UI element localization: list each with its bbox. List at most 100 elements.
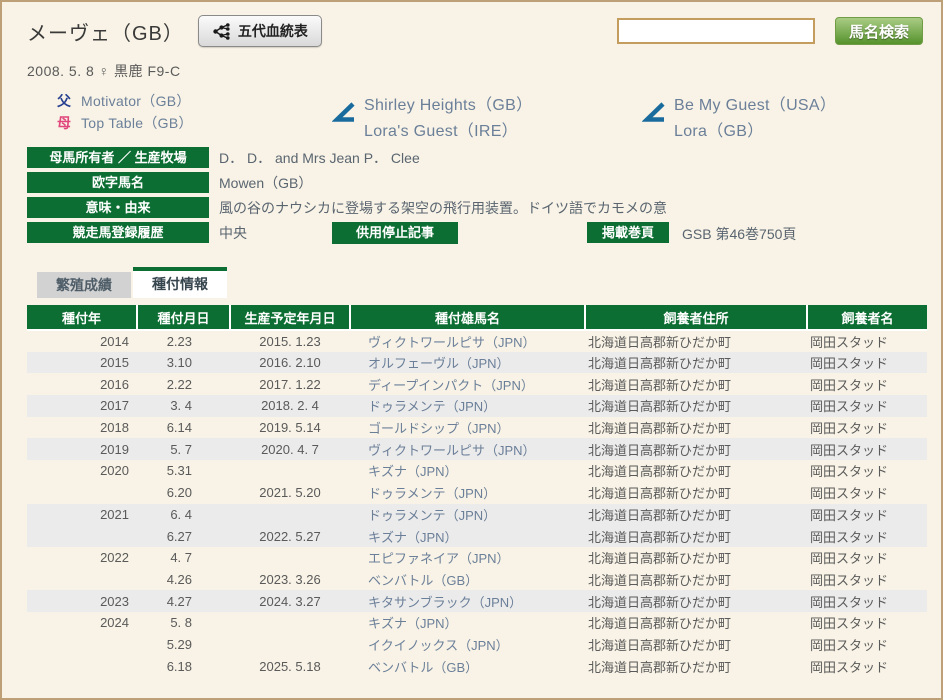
keeper-name-cell: 岡田スタッド — [807, 655, 927, 677]
table-row: 20216. 4ドゥラメンテ（JPN）北海道日高郡新ひだか町岡田スタッド — [27, 504, 927, 526]
keeper-name-cell: 岡田スタッド — [807, 330, 927, 352]
keeper-address-cell: 北海道日高郡新ひだか町 — [585, 590, 807, 612]
due-date-cell: 2015. 1.23 — [230, 330, 350, 352]
stallion-name-link[interactable]: キズナ（JPN） — [350, 525, 585, 547]
parents-group: 父 Motivator（GB） 母 Top Table（GB） — [57, 91, 193, 133]
keeper-address-cell: 北海道日高郡新ひだか町 — [585, 460, 807, 482]
grandsire-link[interactable]: Shirley Heights（GB） — [364, 91, 532, 115]
stallion-name-link[interactable]: オルフェーヴル（JPN） — [350, 352, 585, 374]
stallion-name-link[interactable]: ディープインパクト（JPN） — [350, 373, 585, 395]
granddam-link[interactable]: Lora's Guest（IRE） — [364, 117, 532, 141]
due-date-cell: 2020. 4. 7 — [230, 438, 350, 460]
mating-date-cell: 6.20 — [137, 482, 230, 504]
stallion-name-link[interactable]: ヴィクトワールピサ（JPN） — [350, 438, 585, 460]
sire-label: 父 — [57, 91, 71, 111]
due-date-cell: 2024. 3.27 — [230, 590, 350, 612]
table-row: 20205.31キズナ（JPN）北海道日高郡新ひだか町岡田スタッド — [27, 460, 927, 482]
keeper-name-cell: 岡田スタッド — [807, 569, 927, 591]
stallion-name-link[interactable]: キズナ（JPN） — [350, 612, 585, 634]
keeper-address-cell: 北海道日高郡新ひだか町 — [585, 504, 807, 526]
keeper-address-cell: 北海道日高郡新ひだか町 — [585, 373, 807, 395]
stallion-name-link[interactable]: ベンバトル（GB） — [350, 655, 585, 677]
stallion-name-link[interactable]: ゴールドシップ（JPN） — [350, 417, 585, 439]
table-header-row: 種付年 種付月日 生産予定年月日 種付雄馬名 飼養者住所 飼養者名 — [27, 305, 927, 330]
stallion-name-link[interactable]: ヴィクトワールピサ（JPN） — [350, 330, 585, 352]
table-row: 20195. 72020. 4. 7ヴィクトワールピサ（JPN）北海道日高郡新ひ… — [27, 438, 927, 460]
keeper-name-cell: 岡田スタッド — [807, 460, 927, 482]
table-row: 20153.102016. 2.10オルフェーヴル（JPN）北海道日高郡新ひだか… — [27, 352, 927, 374]
birth-info: 2008. 5. 8 ♀ 黒鹿 F9-C — [27, 61, 941, 81]
mating-year-cell — [27, 569, 137, 591]
sire-name-link[interactable]: Motivator（GB） — [81, 91, 191, 111]
page-title: メーヴェ（GB） — [27, 17, 184, 46]
due-date-cell: 2022. 5.27 — [230, 525, 350, 547]
mating-date-cell: 4.27 — [137, 590, 230, 612]
keeper-address-cell: 北海道日高郡新ひだか町 — [585, 612, 807, 634]
keeper-name-cell: 岡田スタッド — [807, 438, 927, 460]
keeper-name-cell: 岡田スタッド — [807, 417, 927, 439]
horse-search: 馬名検索 — [617, 17, 923, 45]
due-date-cell — [230, 634, 350, 656]
stallion-name-link[interactable]: ドゥラメンテ（JPN） — [350, 395, 585, 417]
granddam-link[interactable]: Lora（GB） — [674, 117, 836, 141]
table-row: 20234.272024. 3.27キタサンブラック（JPN）北海道日高郡新ひだ… — [27, 590, 927, 612]
tab-bar: 繁殖成績 種付情報 — [37, 267, 941, 298]
keeper-name-cell: 岡田スタッド — [807, 395, 927, 417]
mating-year-cell: 2021 — [27, 504, 137, 526]
mating-date-cell: 2.22 — [137, 373, 230, 395]
mating-year-cell: 2016 — [27, 373, 137, 395]
col-header-keeper-name: 飼養者名 — [807, 305, 927, 330]
due-date-cell — [230, 504, 350, 526]
info-row-name-origin: 意味・由来 風の谷のナウシカに登場する架空の飛行用装置。ドイツ語でカモメの意 — [27, 197, 941, 218]
stallion-name-link[interactable]: ベンバトル（GB） — [350, 569, 585, 591]
info-value: 中央 — [219, 223, 247, 243]
granddam-parents-group: Be My Guest（USA） Lora（GB） — [642, 91, 836, 141]
mating-year-cell: 2018 — [27, 417, 137, 439]
info-row-owner-farm: 母馬所有者 ／ 生産牧場 D． D． and Mrs Jean P． Clee — [27, 147, 941, 168]
mating-date-cell: 5.31 — [137, 460, 230, 482]
info-row-registration: 競走馬登録履歴 中央 供用停止記事 掲載巻頁 GSB 第46巻750頁 — [27, 222, 941, 243]
mating-date-cell: 5. 7 — [137, 438, 230, 460]
stallion-name-link[interactable]: ドゥラメンテ（JPN） — [350, 482, 585, 504]
tab-breeding-results[interactable]: 繁殖成績 — [37, 272, 131, 298]
stallion-name-link[interactable]: エピファネイア（JPN） — [350, 547, 585, 569]
pedigree-table-button[interactable]: 五代血統表 — [198, 15, 322, 47]
dam-name-link[interactable]: Top Table（GB） — [81, 113, 193, 133]
keeper-name-cell: 岡田スタッド — [807, 634, 927, 656]
stallion-name-link[interactable]: イクイノックス（JPN） — [350, 634, 585, 656]
dam-sire-group: Shirley Heights（GB） Lora's Guest（IRE） — [332, 91, 532, 141]
due-date-cell: 2017. 1.22 — [230, 373, 350, 395]
mating-year-cell: 2015 — [27, 352, 137, 374]
mating-year-cell — [27, 525, 137, 547]
mating-date-cell: 6.18 — [137, 655, 230, 677]
stallion-name-link[interactable]: キタサンブラック（JPN） — [350, 590, 585, 612]
keeper-name-cell: 岡田スタッド — [807, 525, 927, 547]
grandsire-link[interactable]: Be My Guest（USA） — [674, 91, 836, 115]
volume-page-label: 掲載巻頁 — [587, 222, 669, 243]
keeper-address-cell: 北海道日高郡新ひだか町 — [585, 482, 807, 504]
info-row-latin-name: 欧字馬名 Mowen（GB） — [27, 172, 941, 193]
table-row: 20245. 8キズナ（JPN）北海道日高郡新ひだか町岡田スタッド — [27, 612, 927, 634]
mating-date-cell: 5.29 — [137, 634, 230, 656]
table-row: 20186.142019. 5.14ゴールドシップ（JPN）北海道日高郡新ひだか… — [27, 417, 927, 439]
mating-year-cell: 2022 — [27, 547, 137, 569]
due-date-cell: 2019. 5.14 — [230, 417, 350, 439]
mating-year-cell — [27, 655, 137, 677]
table-row: 5.29イクイノックス（JPN）北海道日高郡新ひだか町岡田スタッド — [27, 634, 927, 656]
mating-info-table: 種付年 種付月日 生産予定年月日 種付雄馬名 飼養者住所 飼養者名 20142.… — [27, 305, 927, 677]
tab-mating-info[interactable]: 種付情報 — [133, 267, 227, 298]
pedigree-table-button-label: 五代血統表 — [238, 21, 308, 41]
info-label: 競走馬登録履歴 — [27, 222, 209, 243]
due-date-cell: 2018. 2. 4 — [230, 395, 350, 417]
horse-search-button[interactable]: 馬名検索 — [835, 17, 923, 45]
stallion-name-link[interactable]: ドゥラメンテ（JPN） — [350, 504, 585, 526]
mating-date-cell: 4. 7 — [137, 547, 230, 569]
stallion-name-link[interactable]: キズナ（JPN） — [350, 460, 585, 482]
stud-suspension-article-button[interactable]: 供用停止記事 — [332, 222, 458, 244]
mating-date-cell: 3.10 — [137, 352, 230, 374]
horse-search-input[interactable] — [617, 18, 815, 44]
due-date-cell: 2016. 2.10 — [230, 352, 350, 374]
mating-date-cell: 3. 4 — [137, 395, 230, 417]
col-header-mating-year: 種付年 — [27, 305, 137, 330]
branch-angle-icon — [332, 101, 356, 141]
